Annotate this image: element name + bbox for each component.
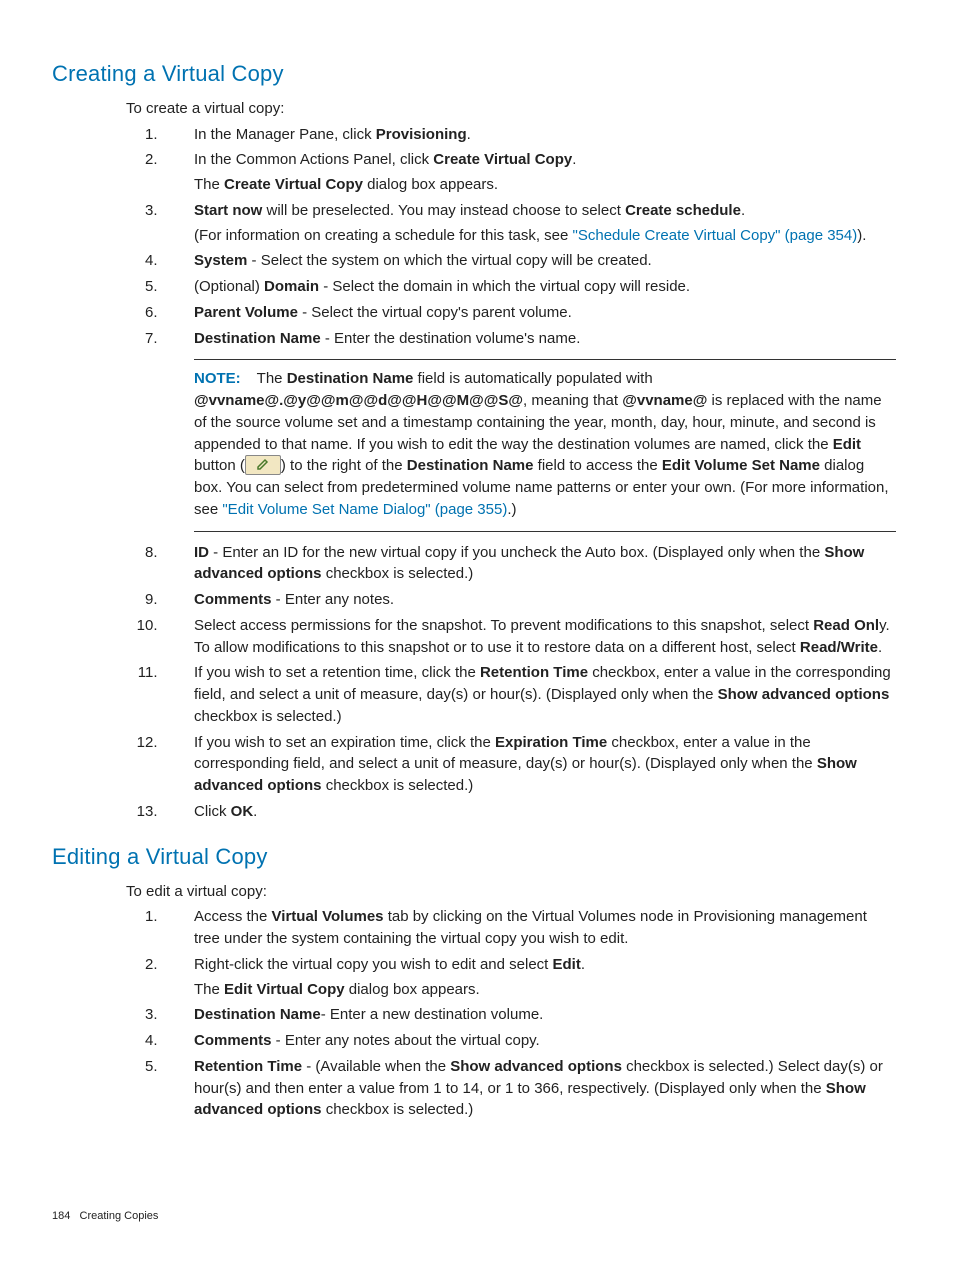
steps-list: Access the Virtual Volumes tab by clicki… — [126, 906, 896, 1121]
page-number: 184 — [52, 1210, 70, 1222]
step-2: Right-click the virtual copy you wish to… — [170, 954, 896, 1001]
note-box: NOTE:The Destination Name field is autom… — [194, 359, 896, 531]
step-4: Comments - Enter any notes about the vir… — [170, 1030, 896, 1052]
step-4: System - Select the system on which the … — [170, 250, 896, 272]
step-11: If you wish to set a retention time, cli… — [170, 662, 896, 727]
step-12: If you wish to set an expiration time, c… — [170, 732, 896, 797]
intro-text: To create a virtual copy: — [126, 98, 896, 120]
step-2: In the Common Actions Panel, click Creat… — [170, 149, 896, 196]
note-label: NOTE: — [194, 370, 241, 387]
link-edit-volume-set-name[interactable]: "Edit Volume Set Name Dialog" (page 355) — [222, 501, 507, 518]
step-10: Select access permissions for the snapsh… — [170, 615, 896, 659]
heading-editing-virtual-copy: Editing a Virtual Copy — [52, 841, 896, 873]
step-6: Parent Volume - Select the virtual copy'… — [170, 302, 896, 324]
heading-creating-virtual-copy: Creating a Virtual Copy — [52, 58, 896, 90]
step-7: Destination Name - Enter the destination… — [170, 328, 896, 532]
footer-label: Creating Copies — [80, 1210, 159, 1222]
steps-list: In the Manager Pane, click Provisioning.… — [126, 124, 896, 823]
pencil-icon — [245, 455, 281, 475]
step-13: Click OK. — [170, 801, 896, 823]
step-5: (Optional) Domain - Select the domain in… — [170, 276, 896, 298]
step-1: In the Manager Pane, click Provisioning. — [170, 124, 896, 146]
intro-text: To edit a virtual copy: — [126, 881, 896, 903]
step-1: Access the Virtual Volumes tab by clicki… — [170, 906, 896, 950]
step-3: Start now will be preselected. You may i… — [170, 200, 896, 247]
link-schedule-create[interactable]: "Schedule Create Virtual Copy" (page 354… — [573, 227, 858, 244]
step-9: Comments - Enter any notes. — [170, 589, 896, 611]
section-editing-virtual-copy: Editing a Virtual Copy To edit a virtual… — [52, 841, 896, 1121]
step-5: Retention Time - (Available when the Sho… — [170, 1056, 896, 1121]
section-creating-virtual-copy: Creating a Virtual Copy To create a virt… — [52, 58, 896, 823]
step-8: ID - Enter an ID for the new virtual cop… — [170, 542, 896, 586]
step-3: Destination Name- Enter a new destinatio… — [170, 1004, 896, 1026]
page-footer: 184 Creating Copies — [52, 1209, 158, 1225]
